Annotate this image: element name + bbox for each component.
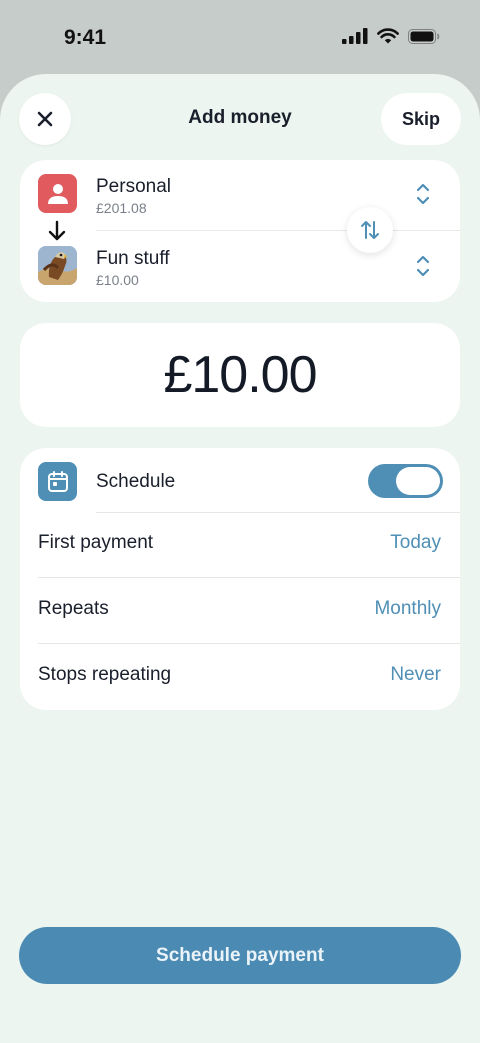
divider <box>38 643 460 644</box>
from-account-row[interactable]: Personal £201.08 <box>20 160 460 230</box>
status-icons <box>342 28 440 44</box>
status-time: 9:41 <box>64 26 107 49</box>
stops-repeating-label: Stops repeating <box>38 664 172 685</box>
amount-value[interactable]: £10.00 <box>163 345 317 405</box>
stops-repeating-row[interactable]: Stops repeating Never <box>20 664 460 694</box>
to-account-name: Fun stuff <box>96 248 170 269</box>
accounts-card: Personal £201.08 Fun stuff £10.00 <box>20 160 460 302</box>
from-account-balance: £201.08 <box>96 200 147 216</box>
accounts-divider <box>96 230 460 231</box>
schedule-payment-button[interactable]: Schedule payment <box>19 927 461 984</box>
schedule-card: Schedule First payment Today Repeats Mon… <box>20 448 460 710</box>
status-bar: 9:41 <box>0 0 480 76</box>
first-payment-value[interactable]: Today <box>390 532 441 554</box>
fun-stuff-account-avatar <box>38 246 77 285</box>
chevron-updown-icon[interactable] <box>416 182 430 206</box>
stops-repeating-value[interactable]: Never <box>390 664 441 686</box>
eagle-photo-icon <box>38 246 77 285</box>
top-nav: Add money Skip <box>0 74 480 166</box>
add-money-sheet: Add money Skip Personal £201.08 Fun stuf… <box>0 74 480 1043</box>
from-account-name: Personal <box>96 176 171 197</box>
swap-icon <box>361 221 379 239</box>
person-icon <box>47 183 68 204</box>
wifi-icon <box>377 28 399 44</box>
chevron-updown-icon[interactable] <box>416 254 430 278</box>
to-account-balance: £10.00 <box>96 272 139 288</box>
schedule-label: Schedule <box>96 471 176 492</box>
personal-account-avatar <box>38 174 77 213</box>
swap-accounts-button[interactable] <box>347 207 393 253</box>
divider <box>96 512 460 513</box>
schedule-toggle[interactable] <box>368 464 443 498</box>
repeats-row[interactable]: Repeats Monthly <box>20 598 460 628</box>
calendar-icon <box>38 462 77 501</box>
first-payment-label: First payment <box>38 532 154 553</box>
skip-button[interactable]: Skip <box>381 93 461 145</box>
repeats-label: Repeats <box>38 598 109 619</box>
amount-card[interactable]: £10.00 <box>20 323 460 427</box>
cellular-signal-icon <box>342 28 368 44</box>
repeats-value[interactable]: Monthly <box>374 598 441 620</box>
battery-icon <box>408 28 440 44</box>
first-payment-row[interactable]: First payment Today <box>20 532 460 562</box>
to-account-row[interactable]: Fun stuff £10.00 <box>20 232 460 302</box>
divider <box>38 577 460 578</box>
toggle-knob <box>396 467 440 495</box>
